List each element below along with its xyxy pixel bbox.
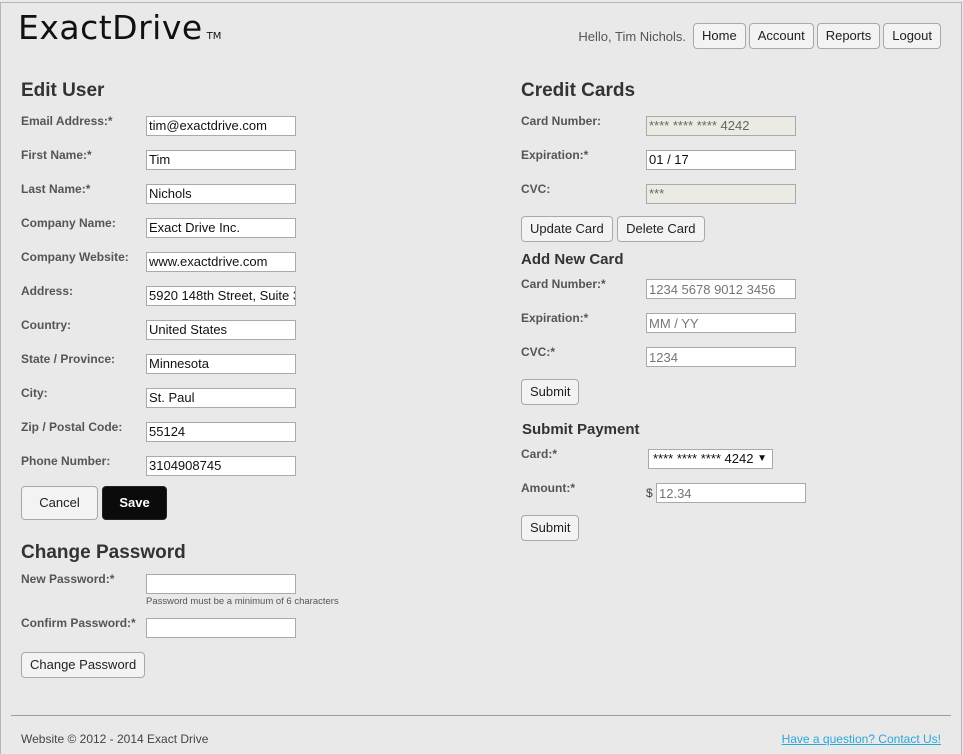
company-website-input[interactable]: www.exactdrive.com xyxy=(146,252,296,272)
company-website-label: Company Website: xyxy=(21,250,129,264)
edit-user-section: Edit User Email Address:* tim@exactdrive.… xyxy=(21,80,441,678)
dropdown-arrow-icon: ▼ xyxy=(757,453,767,464)
payment-card-label: Card:* xyxy=(521,447,558,461)
currency-symbol: $ xyxy=(646,486,653,500)
country-label: Country: xyxy=(21,318,71,332)
form-row-last-name: Last Name:* Nichols xyxy=(21,182,441,216)
logo: ExactDrive TM xyxy=(18,8,221,47)
state-province-label: State / Province: xyxy=(21,352,116,366)
card-number-label: Card Number: xyxy=(521,114,602,128)
credit-cards-section: Credit Cards Card Number: **** **** ****… xyxy=(521,80,941,541)
payment-card-select[interactable]: **** **** **** 4242 ▼ xyxy=(648,449,773,469)
copyright-text: Website © 2012 - 2014 Exact Drive xyxy=(21,732,209,746)
first-name-label: First Name:* xyxy=(21,148,92,162)
footer-divider xyxy=(11,715,951,716)
address-label: Address: xyxy=(21,284,74,298)
change-password-title: Change Password xyxy=(21,542,186,563)
add-card-title: Add New Card xyxy=(521,251,624,268)
confirm-password-input[interactable] xyxy=(146,618,296,638)
new-card-number-label: Card Number:* xyxy=(521,277,606,291)
phone-number-label: Phone Number: xyxy=(21,454,111,468)
payment-card-selected: **** **** **** 4242 xyxy=(653,451,754,466)
email-input[interactable]: tim@exactdrive.com xyxy=(146,116,296,136)
update-card-button[interactable]: Update Card xyxy=(521,216,613,242)
company-name-label: Company Name: xyxy=(21,216,116,230)
form-row-email: Email Address:* tim@exactdrive.com xyxy=(21,114,441,148)
country-input[interactable]: United States xyxy=(146,320,296,340)
trademark: TM xyxy=(206,31,222,42)
payment-submit-button[interactable]: Submit xyxy=(521,515,580,541)
address-input[interactable]: 5920 148th Street, Suite 3 xyxy=(146,286,296,306)
expiration-input[interactable]: 01 / 17 xyxy=(646,150,796,170)
new-expiration-label: Expiration:* xyxy=(521,311,589,325)
form-row-zip-code: Zip / Postal Code: 55124 xyxy=(21,420,441,454)
edit-user-title: Edit User xyxy=(21,80,105,101)
cvc-field: *** xyxy=(646,184,796,204)
amount-input[interactable] xyxy=(656,483,806,503)
new-card-number-input[interactable] xyxy=(646,279,796,299)
last-name-input[interactable]: Nichols xyxy=(146,184,296,204)
submit-payment-title: Submit Payment xyxy=(522,421,640,438)
city-input[interactable]: St. Paul xyxy=(146,388,296,408)
nav-account-button[interactable]: Account xyxy=(748,23,814,49)
new-password-label: New Password:* xyxy=(21,572,115,586)
expiration-label: Expiration:* xyxy=(521,148,589,162)
save-button[interactable]: Save xyxy=(102,486,167,520)
new-expiration-input[interactable] xyxy=(646,313,796,333)
nav-logout-button[interactable]: Logout xyxy=(883,23,941,49)
new-cvc-label: CVC:* xyxy=(521,345,556,359)
form-row-company-name: Company Name: Exact Drive Inc. xyxy=(21,216,441,250)
amount-label: Amount:* xyxy=(521,481,575,495)
credit-cards-title: Credit Cards xyxy=(521,80,636,101)
add-card-submit-button[interactable]: Submit xyxy=(521,379,580,405)
zip-code-input[interactable]: 55124 xyxy=(146,422,296,442)
nav-reports-button[interactable]: Reports xyxy=(816,23,881,49)
last-name-label: Last Name:* xyxy=(21,182,91,196)
logo-text: ExactDrive xyxy=(18,8,203,47)
city-label: City: xyxy=(21,386,48,400)
user-greeting: Hello, Tim Nichols. xyxy=(578,28,687,44)
form-row-first-name: First Name:* Tim xyxy=(21,148,441,182)
first-name-input[interactable]: Tim xyxy=(146,150,296,170)
nav-home-button[interactable]: Home xyxy=(693,23,746,49)
form-row-country: Country: United States xyxy=(21,318,441,352)
password-hint: Password must be a minimum of 6 characte… xyxy=(146,596,339,607)
change-password-button[interactable]: Change Password xyxy=(21,652,146,678)
form-row-state-province: State / Province: Minnesota xyxy=(21,352,441,386)
email-label: Email Address:* xyxy=(21,114,113,128)
cancel-button[interactable]: Cancel xyxy=(21,486,98,520)
state-province-input[interactable]: Minnesota xyxy=(146,354,296,374)
delete-card-button[interactable]: Delete Card xyxy=(617,216,705,242)
form-row-company-website: Company Website: www.exactdrive.com xyxy=(21,250,441,284)
new-cvc-input[interactable] xyxy=(646,347,796,367)
confirm-password-label: Confirm Password:* xyxy=(21,616,136,630)
contact-link[interactable]: Have a question? Contact Us! xyxy=(782,732,941,746)
top-nav: Hello, Tim Nichols. Home Account Reports… xyxy=(578,23,941,49)
form-row-city: City: St. Paul xyxy=(21,386,441,420)
company-name-input[interactable]: Exact Drive Inc. xyxy=(146,218,296,238)
zip-code-label: Zip / Postal Code: xyxy=(21,420,123,434)
phone-number-input[interactable]: 3104908745 xyxy=(146,456,296,476)
form-row-phone-number: Phone Number: 3104908745 xyxy=(21,454,441,488)
cvc-label: CVC: xyxy=(521,182,551,196)
card-number-field: **** **** **** 4242 xyxy=(646,116,796,136)
form-row-address: Address: 5920 148th Street, Suite 3 xyxy=(21,284,441,318)
new-password-input[interactable] xyxy=(146,574,296,594)
